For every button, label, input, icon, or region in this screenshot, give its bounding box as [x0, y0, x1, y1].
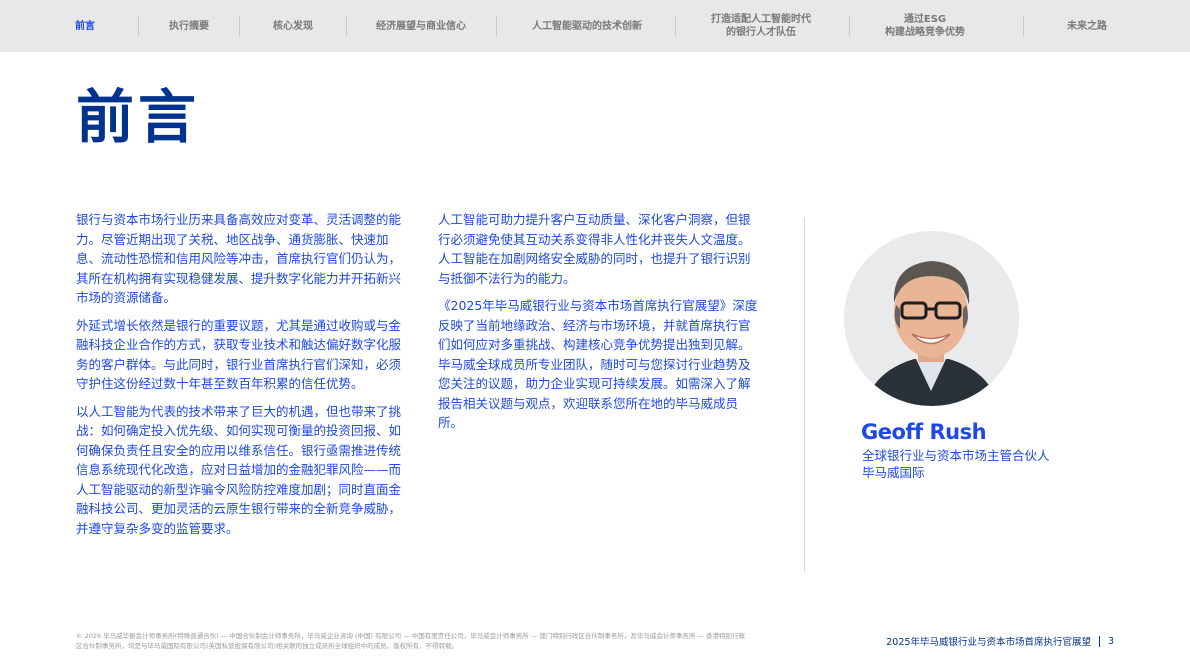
nav-tab-key-findings[interactable]: 核心发现 [258, 0, 328, 52]
body-column-right: 人工智能可助力提升客户互动质量、深化客户洞察，但银行必须避免使其互动关系变得非人… [438, 210, 760, 441]
nav-separator [675, 16, 676, 36]
footer-separator [1098, 635, 1100, 647]
page-number: 3 [1107, 635, 1114, 647]
column-divider [804, 218, 805, 572]
footer-report-info: 2025年毕马威银行业与资本市场首席执行官展望 3 [886, 634, 1114, 648]
nav-tab-ai-innovation[interactable]: 人工智能驱动的技术创新 [517, 0, 657, 52]
nav-tab-road-ahead[interactable]: 未来之路 [1057, 0, 1117, 52]
nav-separator [239, 16, 240, 36]
nav-separator [849, 16, 850, 36]
person-role: 全球银行业与资本市场主管合伙人 [862, 448, 1050, 463]
nav-tab-economic-outlook[interactable]: 经济展望与商业信心 [361, 0, 481, 52]
nav-tab-executive-summary[interactable]: 执行摘要 [154, 0, 224, 52]
page-title: 前言 [76, 83, 201, 151]
portrait-illustration [844, 231, 1019, 406]
paragraph: 《2025年毕马威银行业与资本市场首席执行官展望》深度反映了当前地缘政治、经济与… [438, 298, 758, 430]
nav-tab-foreword[interactable]: 前言 [73, 0, 97, 52]
paragraph: 以人工智能为代表的技术带来了巨大的机遇，但也带来了挑战：如何确定投入优先级、如何… [76, 403, 402, 536]
paragraph: 银行与资本市场行业历来具备高效应对变革、灵活调整的能力。尽管近期出现了关税、地区… [76, 212, 402, 305]
paragraph: 人工智能可助力提升客户互动质量、深化客户洞察，但银行必须避免使其互动关系变得非人… [438, 212, 751, 286]
footer-report-title: 2025年毕马威银行业与资本市场首席执行官展望 [886, 637, 1091, 648]
nav-separator [346, 16, 347, 36]
body-column-left: 银行与资本市场行业历来具备高效应对变革、灵活调整的能力。尽管近期出现了关税、地区… [76, 210, 406, 546]
nav-separator [1023, 16, 1024, 36]
nav-tab-esg[interactable]: 通过ESG 构建战略竞争优势 [865, 0, 985, 52]
nav-separator [138, 16, 139, 36]
person-organization: 毕马威国际 [862, 465, 925, 480]
footer-legal-text: © 2026 毕马威华振会计师事务所(特殊普通合伙) — 中国合伙制会计师事务所… [76, 632, 745, 650]
paragraph: 外延式增长依然是银行的重要议题，尤其是通过收购或与金融科技企业合作的方式，获取专… [76, 317, 402, 392]
nav-tab-talent[interactable]: 打造适配人工智能时代 的银行人才队伍 [696, 0, 826, 52]
top-navigation: 前言 执行摘要 核心发现 经济展望与商业信心 人工智能驱动的技术创新 打造适配人… [0, 0, 1190, 52]
person-name: Geoff Rush [861, 420, 987, 444]
nav-separator [496, 16, 497, 36]
person-portrait [844, 231, 1019, 406]
